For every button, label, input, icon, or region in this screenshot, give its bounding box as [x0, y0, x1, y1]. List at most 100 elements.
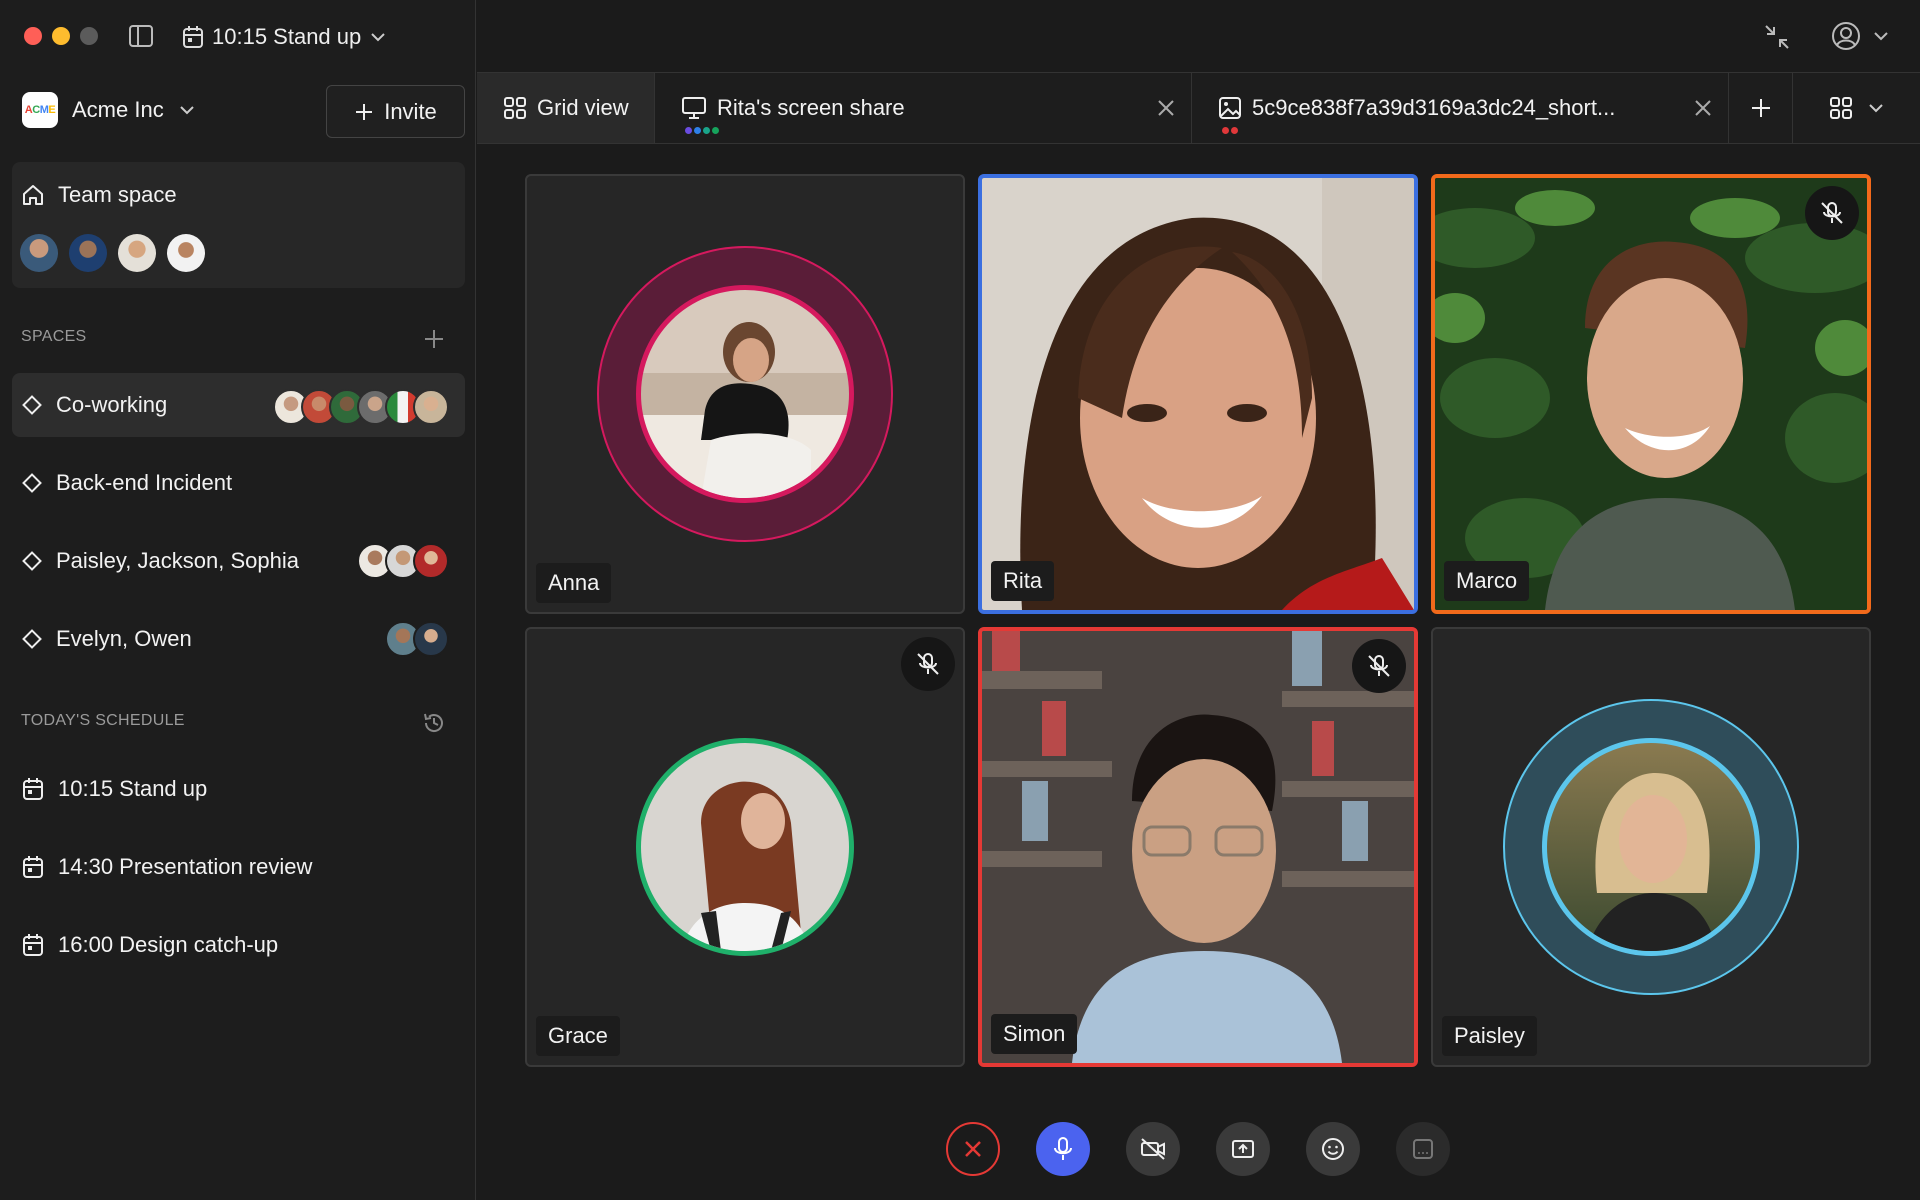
avatar: [413, 389, 449, 425]
diamond-icon: [22, 551, 42, 571]
camera-button[interactable]: [1126, 1122, 1180, 1176]
app-window: 10:15 Stand up ACME Acme Inc Invite Team…: [0, 0, 1920, 1200]
space-label: Paisley, Jackson, Sophia: [56, 548, 299, 573]
chevron-down-icon: [1872, 27, 1890, 45]
home-icon: [20, 182, 46, 208]
tab-screen-share[interactable]: Rita's screen share: [655, 73, 1192, 143]
sidebar-toggle-icon[interactable]: [128, 24, 154, 48]
schedule-label: 14:30 Presentation review: [58, 854, 313, 879]
avatar: [1542, 738, 1760, 956]
tab-grid-view[interactable]: Grid view: [477, 73, 655, 143]
schedule-item-presentation-review[interactable]: 14:30 Presentation review: [12, 835, 465, 899]
muted-mic-icon: [901, 637, 955, 691]
collapse-icon[interactable]: [1762, 22, 1792, 52]
minimize-window-button[interactable]: [52, 27, 70, 45]
space-label: Evelyn, Owen: [56, 626, 192, 651]
sidebar: 10:15 Stand up ACME Acme Inc Invite Team…: [0, 0, 476, 1200]
call-controls: [946, 1122, 1450, 1176]
space-item-back-end-incident[interactable]: Back-end Incident: [12, 451, 465, 515]
video-feed: [982, 178, 1414, 610]
account-menu[interactable]: [1830, 20, 1890, 52]
chat-icon: [1410, 1136, 1436, 1162]
space-members: [357, 543, 449, 579]
emoji-icon: [1320, 1136, 1346, 1162]
plus-icon: [354, 102, 374, 122]
space-label: Co-working: [56, 392, 168, 417]
tab-label: Grid view: [537, 95, 629, 120]
tab-label: Rita's screen share: [717, 95, 905, 120]
spaces-header: SPACES: [21, 328, 87, 345]
tab-label: 5c9ce838f7a39d3169a3dc24_short...: [1252, 95, 1616, 120]
schedule-label: 16:00 Design catch-up: [58, 932, 279, 957]
close-tab-icon[interactable]: [1155, 97, 1177, 119]
monitor-icon: [681, 96, 707, 120]
calendar-icon: [22, 933, 44, 957]
avatar: [413, 543, 449, 579]
name-tag: Paisley: [1442, 1016, 1537, 1056]
user-icon: [1830, 20, 1862, 52]
calendar-icon: [182, 25, 204, 49]
participant-tile-grace[interactable]: Grace: [525, 627, 965, 1067]
name-tag: Marco: [1444, 561, 1530, 601]
schedule-item-stand-up[interactable]: 10:15 Stand up: [12, 757, 465, 821]
calendar-icon: [22, 855, 44, 879]
share-screen-button[interactable]: [1216, 1122, 1270, 1176]
tab-image-file[interactable]: 5c9ce838f7a39d3169a3dc24_short...: [1192, 73, 1729, 143]
avatar[interactable]: [167, 234, 205, 272]
name-tag: Anna: [536, 563, 612, 603]
diamond-icon: [22, 473, 42, 493]
top-bar: [477, 0, 1920, 72]
space-item-evelyn-owen[interactable]: Evelyn, Owen: [12, 607, 465, 671]
chat-button[interactable]: [1396, 1122, 1450, 1176]
muted-mic-icon: [1352, 639, 1406, 693]
avatar[interactable]: [69, 234, 107, 272]
invite-button[interactable]: Invite: [326, 85, 465, 138]
leave-call-button[interactable]: [946, 1122, 1000, 1176]
space-members: [273, 389, 449, 425]
microphone-button[interactable]: [1036, 1122, 1090, 1176]
name-tag: Rita: [991, 561, 1055, 601]
schedule-item-design-catch-up[interactable]: 16:00 Design catch-up: [12, 913, 465, 977]
chevron-down-icon: [178, 101, 196, 119]
add-tab-button[interactable]: [1729, 73, 1793, 143]
reactions-button[interactable]: [1306, 1122, 1360, 1176]
close-window-button[interactable]: [24, 27, 42, 45]
layout-menu-button[interactable]: [1793, 73, 1920, 143]
avatar[interactable]: [118, 234, 156, 272]
close-icon: [962, 1138, 984, 1160]
muted-mic-icon: [1805, 186, 1859, 240]
invite-label: Invite: [384, 98, 437, 124]
participant-tile-simon[interactable]: Simon: [978, 627, 1418, 1067]
team-space-card[interactable]: Team space: [12, 162, 465, 288]
avatar[interactable]: [20, 234, 58, 272]
chevron-down-icon: [1867, 99, 1885, 117]
grid-icon: [1829, 96, 1853, 120]
team-space-label: Team space: [58, 182, 177, 207]
viewer-indicators: [685, 127, 719, 134]
calendar-icon: [22, 777, 44, 801]
participant-tile-anna[interactable]: Anna: [525, 174, 965, 614]
space-item-paisley-jackson-sophia[interactable]: Paisley, Jackson, Sophia: [12, 529, 465, 593]
viewer-indicators: [1222, 127, 1238, 134]
name-tag: Simon: [991, 1014, 1078, 1054]
zoom-window-button[interactable]: [80, 27, 98, 45]
history-icon[interactable]: [420, 709, 448, 737]
participant-tile-rita[interactable]: Rita: [978, 174, 1418, 614]
add-space-icon[interactable]: [421, 326, 447, 352]
microphone-icon: [1050, 1136, 1076, 1162]
participant-tile-marco[interactable]: Marco: [1431, 174, 1871, 614]
participant-tile-paisley[interactable]: Paisley: [1431, 627, 1871, 1067]
close-tab-icon[interactable]: [1692, 97, 1714, 119]
space-label: Back-end Incident: [56, 470, 233, 495]
avatar: [636, 285, 854, 503]
video-feed: [982, 631, 1414, 1063]
grid-icon: [503, 96, 527, 120]
share-screen-icon: [1230, 1136, 1256, 1162]
tab-bar: Grid view Rita's screen share 5c9ce838f7…: [477, 72, 1920, 144]
meeting-title-dropdown[interactable]: 10:15 Stand up: [182, 20, 387, 54]
image-icon: [1218, 96, 1242, 120]
team-space-members: [20, 234, 205, 272]
org-switcher[interactable]: ACME Acme Inc: [22, 90, 196, 130]
space-item-co-working[interactable]: Co-working: [12, 373, 465, 437]
plus-icon: [1749, 96, 1773, 120]
